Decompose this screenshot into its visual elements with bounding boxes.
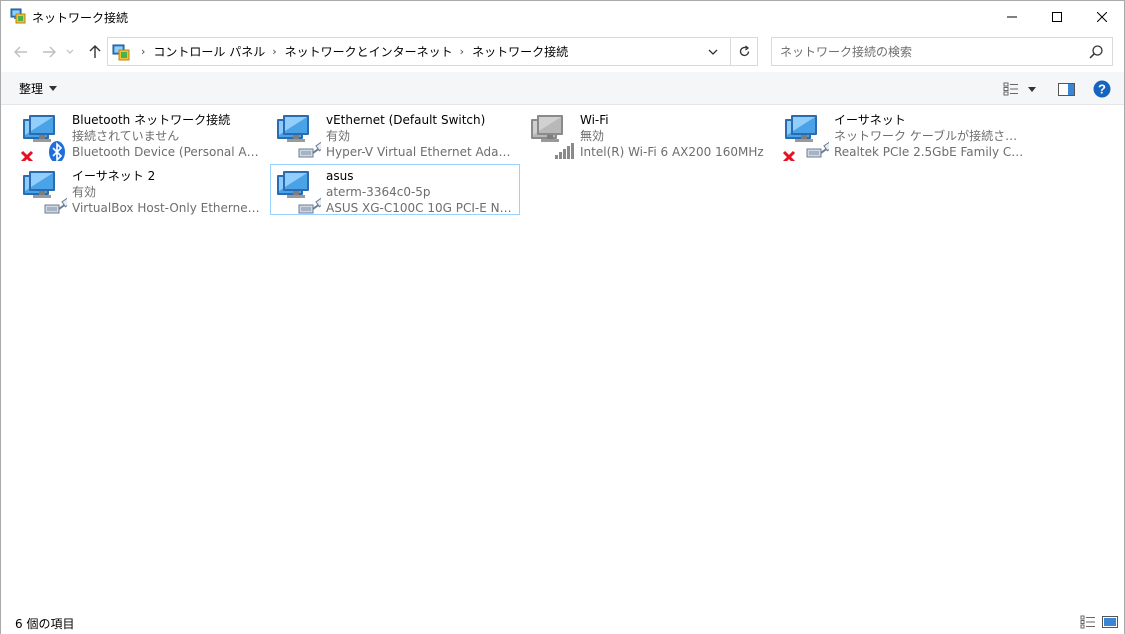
minimize-button[interactable] bbox=[989, 1, 1035, 32]
connection-item[interactable]: イーサネット ネットワーク ケーブルが接続されていま... Realtek PC… bbox=[778, 108, 1028, 164]
close-button[interactable] bbox=[1079, 1, 1125, 32]
connection-name: イーサネット bbox=[834, 113, 906, 127]
refresh-button[interactable] bbox=[730, 38, 758, 65]
change-view-button[interactable] bbox=[1001, 78, 1021, 100]
up-arrow-icon bbox=[89, 45, 101, 58]
connection-item[interactable]: イーサネット 2 有効 VirtualBox Host-Only Etherne… bbox=[16, 164, 266, 215]
breadcrumb-separator-icon[interactable]: › bbox=[272, 45, 276, 58]
explorer-window: ネットワーク接続 › コントロール パネル › ネットワークとインターネット ›… bbox=[0, 0, 1125, 634]
forward-arrow-icon bbox=[43, 46, 56, 58]
chevron-down-icon bbox=[66, 49, 74, 54]
connection-device: Bluetooth Device (Personal Area ... bbox=[72, 145, 262, 159]
up-button[interactable] bbox=[85, 42, 105, 62]
search-icon[interactable] bbox=[1088, 44, 1104, 60]
refresh-icon bbox=[739, 45, 750, 57]
forward-button[interactable] bbox=[39, 42, 59, 62]
connections-view: Bluetooth ネットワーク接続 接続されていません Bluetooth D… bbox=[1, 105, 1124, 605]
status-bar: 6 個の項目 bbox=[1, 611, 1124, 634]
window-title: ネットワーク接続 bbox=[32, 11, 129, 25]
connection-name: イーサネット 2 bbox=[72, 169, 156, 183]
back-arrow-icon bbox=[14, 46, 27, 58]
maximize-icon bbox=[1052, 11, 1062, 22]
organize-label: 整理 bbox=[19, 82, 44, 96]
connection-details: イーサネット 2 有効 VirtualBox Host-Only Etherne… bbox=[72, 168, 262, 216]
details-view-icon bbox=[1080, 615, 1095, 629]
organize-button[interactable]: 整理 bbox=[13, 78, 63, 99]
breadcrumb-control-panel[interactable]: コントロール パネル bbox=[153, 43, 265, 60]
connection-name: Bluetooth ネットワーク接続 bbox=[72, 113, 231, 127]
connection-details: vEthernet (Default Switch) 有効 Hyper-V Vi… bbox=[326, 112, 516, 160]
connection-name: Wi-Fi bbox=[580, 113, 609, 127]
close-icon bbox=[1097, 11, 1107, 22]
control-panel-icon bbox=[112, 43, 130, 61]
help-icon: ? bbox=[1093, 80, 1111, 98]
connection-status: 無効 bbox=[580, 129, 605, 143]
connection-name: vEthernet (Default Switch) bbox=[326, 113, 486, 127]
connection-item[interactable]: Bluetooth ネットワーク接続 接続されていません Bluetooth D… bbox=[16, 108, 266, 164]
connection-device: VirtualBox Host-Only Ethernet Ad... bbox=[72, 201, 262, 215]
connection-device: Hyper-V Virtual Ethernet Adapter bbox=[326, 145, 516, 159]
connection-status: 有効 bbox=[72, 185, 97, 199]
connection-details: Wi-Fi 無効 Intel(R) Wi-Fi 6 AX200 160MHz bbox=[580, 112, 770, 160]
details-view-toggle[interactable] bbox=[1080, 615, 1096, 629]
caret-down-icon bbox=[49, 86, 58, 91]
command-bar: 整理 ? bbox=[1, 72, 1124, 105]
connection-device: Realtek PCIe 2.5GbE Family Contro... bbox=[834, 145, 1024, 159]
navigation-bar: › コントロール パネル › ネットワークとインターネット › ネットワーク接続 bbox=[1, 32, 1124, 72]
connection-item[interactable]: vEthernet (Default Switch) 有効 Hyper-V Vi… bbox=[270, 108, 520, 159]
connection-details: イーサネット ネットワーク ケーブルが接続されていま... Realtek PC… bbox=[834, 112, 1024, 160]
address-bar[interactable]: › コントロール パネル › ネットワークとインターネット › ネットワーク接続 bbox=[107, 37, 758, 66]
ethernet-adapter-icon bbox=[19, 169, 73, 217]
connection-details: Bluetooth ネットワーク接続 接続されていません Bluetooth D… bbox=[72, 112, 262, 160]
connection-status: aterm-3364c0-5p bbox=[326, 185, 431, 199]
bluetooth-adapter-icon bbox=[19, 113, 67, 164]
connection-details: asus aterm-3364c0-5p ASUS XG-C100C 10G P… bbox=[326, 168, 516, 216]
breadcrumb-network-connections[interactable]: ネットワーク接続 bbox=[472, 43, 568, 60]
back-button[interactable] bbox=[11, 42, 31, 62]
title-bar[interactable]: ネットワーク接続 bbox=[1, 1, 1124, 32]
recent-locations-button[interactable] bbox=[63, 42, 77, 62]
ethernet-adapter-icon bbox=[781, 113, 835, 164]
large-icons-view-icon bbox=[1102, 616, 1118, 628]
chevron-down-icon bbox=[708, 49, 718, 55]
wifi-adapter-icon bbox=[527, 113, 575, 161]
ethernet-adapter-icon bbox=[273, 113, 327, 161]
connection-item[interactable]: Wi-Fi 無効 Intel(R) Wi-Fi 6 AX200 160MHz bbox=[524, 108, 774, 159]
breadcrumb-separator-icon[interactable]: › bbox=[460, 45, 464, 58]
search-input[interactable] bbox=[772, 38, 1082, 65]
connection-status: 有効 bbox=[326, 129, 351, 143]
item-count: 6 個の項目 bbox=[15, 617, 75, 631]
breadcrumb: › コントロール パネル › ネットワークとインターネット › ネットワーク接続 bbox=[134, 38, 568, 65]
view-options-dropdown[interactable] bbox=[1025, 78, 1039, 100]
view-details-icon bbox=[1003, 82, 1018, 96]
search-box[interactable] bbox=[771, 37, 1113, 66]
preview-pane-button[interactable] bbox=[1055, 78, 1077, 100]
connection-status: 接続されていません bbox=[72, 129, 180, 143]
connection-device: ASUS XG-C100C 10G PCI-E Netwo... bbox=[326, 201, 516, 215]
breadcrumb-separator-icon[interactable]: › bbox=[141, 45, 145, 58]
large-icons-view-toggle[interactable] bbox=[1102, 615, 1118, 629]
preview-pane-icon bbox=[1057, 82, 1075, 96]
network-connections-icon bbox=[10, 8, 26, 24]
breadcrumb-network-and-internet[interactable]: ネットワークとインターネット bbox=[285, 43, 453, 60]
maximize-button[interactable] bbox=[1034, 1, 1080, 32]
svg-text:?: ? bbox=[1098, 82, 1106, 97]
address-history-dropdown[interactable] bbox=[700, 38, 726, 65]
connection-item[interactable]: asus aterm-3364c0-5p ASUS XG-C100C 10G P… bbox=[270, 164, 520, 215]
ethernet-adapter-icon bbox=[273, 169, 327, 217]
help-button[interactable]: ? bbox=[1091, 78, 1113, 100]
minimize-icon bbox=[1007, 16, 1017, 17]
connection-status: ネットワーク ケーブルが接続されていま... bbox=[834, 129, 1024, 143]
caret-down-icon bbox=[1028, 86, 1036, 92]
connection-device: Intel(R) Wi-Fi 6 AX200 160MHz bbox=[580, 145, 764, 159]
connection-name: asus bbox=[326, 169, 354, 183]
